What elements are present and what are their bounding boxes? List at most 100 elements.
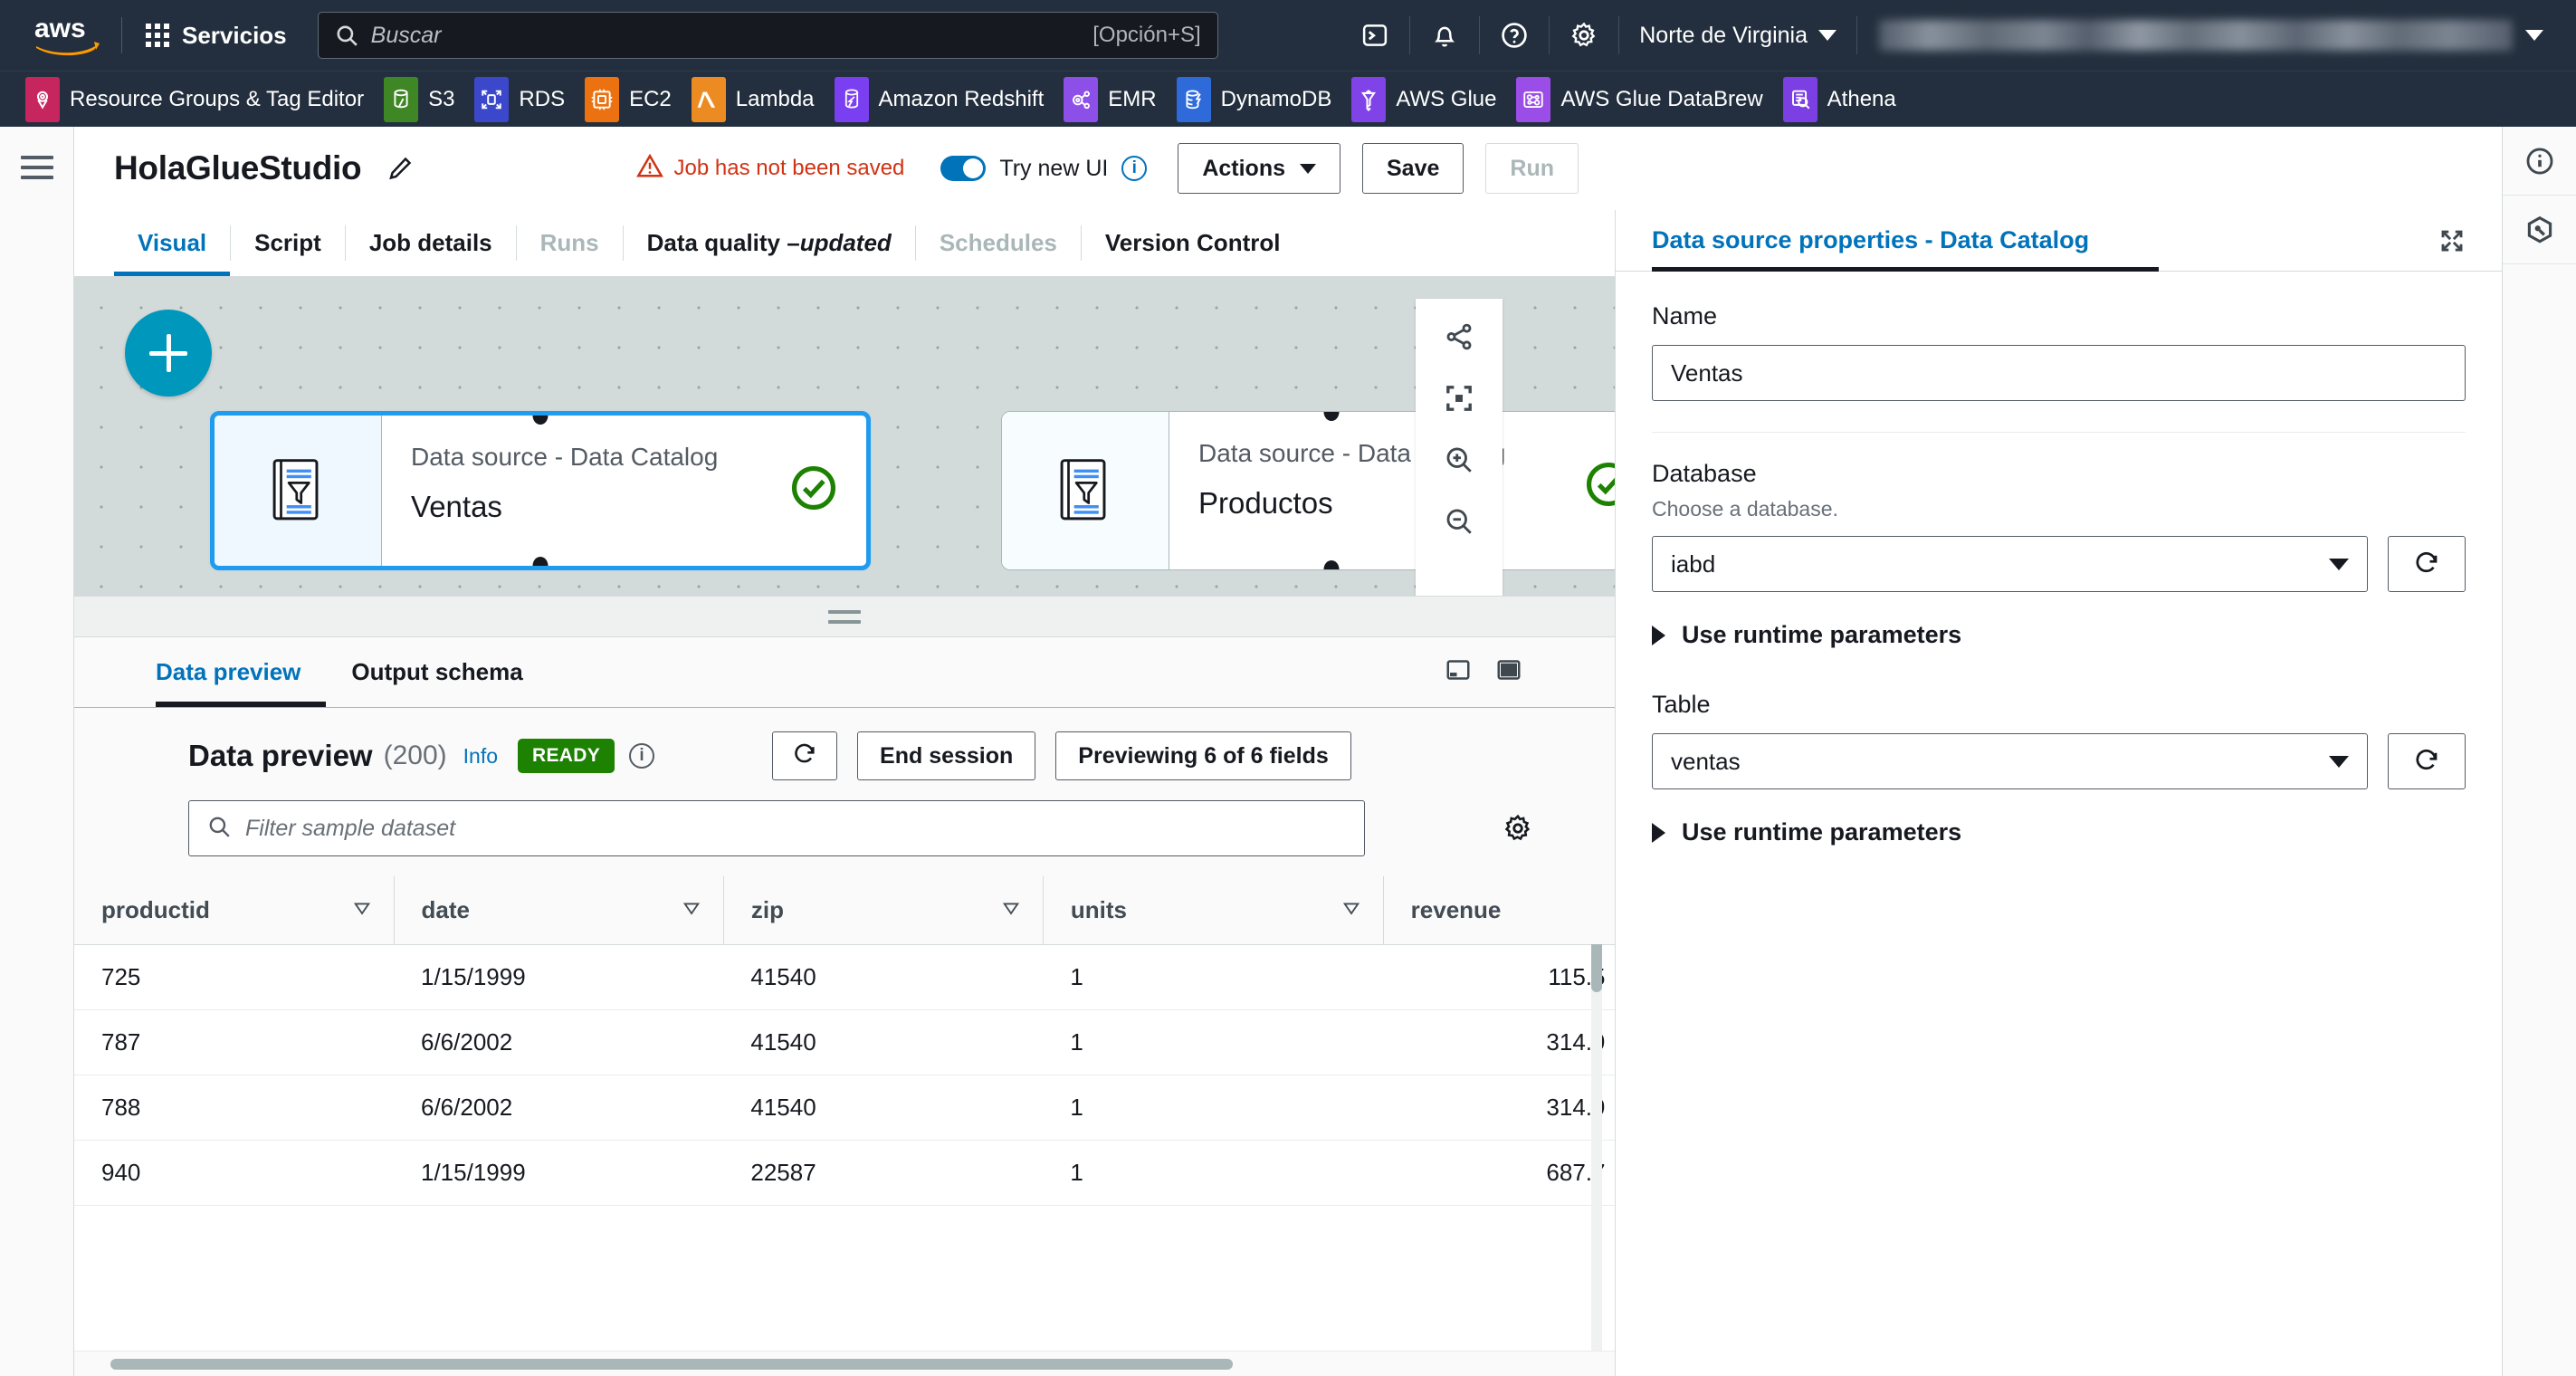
refresh-button[interactable] [772,731,838,780]
sort-descending-icon[interactable] [352,896,372,924]
aws-logo[interactable]: aws [29,12,107,59]
cell-zip: 41540 [723,944,1044,1010]
service-shortcut-lambda[interactable]: Lambda [686,72,829,128]
minimize-panel-icon[interactable] [1445,656,1472,688]
tab-data-quality[interactable]: Data quality – updated [624,210,915,276]
maximize-panel-icon[interactable] [1495,656,1522,688]
search-input[interactable] [370,22,1093,49]
service-shortcut-glue-databrew[interactable]: AWS Glue DataBrew [1511,72,1777,128]
service-shortcut-resource-groups[interactable]: Resource Groups & Tag Editor [20,72,378,128]
column-header-revenue[interactable]: revenue [1383,876,1615,945]
gear-icon[interactable] [1503,813,1533,844]
share-nodes-icon[interactable] [1416,306,1503,368]
actions-button[interactable]: Actions [1178,143,1340,194]
cell-zip: 22587 [723,1140,1044,1206]
horizontal-scrollbar-thumb[interactable] [110,1358,1233,1370]
table-refresh-button[interactable] [2388,733,2466,789]
table-runtime-parameters-expander[interactable]: Use runtime parameters [1652,818,2466,846]
expand-icon[interactable] [2438,227,2466,254]
service-label: EMR [1108,86,1157,111]
hamburger-menu-icon[interactable] [20,156,53,179]
horizontal-scrollbar[interactable] [74,1351,1615,1376]
previewing-fields-button[interactable]: Previewing 6 of 6 fields [1055,731,1351,780]
panel-splitter[interactable] [74,596,1615,637]
column-header-date[interactable]: date [394,876,724,945]
ec2-icon [585,76,620,122]
zoom-out-icon[interactable] [1416,491,1503,552]
tab-label: Data preview [156,658,301,685]
table-row[interactable]: 788 6/6/2002 41540 1 314.9 [74,1075,1615,1141]
divider [1652,432,2466,433]
global-search-box[interactable]: [Opción+S] [317,12,1218,59]
service-shortcut-rds[interactable]: RDS [469,72,579,128]
visual-canvas[interactable]: Data source - Data Catalog Ventas Data s… [74,277,1615,596]
info-circle-icon[interactable] [2502,127,2576,196]
service-shortcut-s3[interactable]: S3 [378,72,469,128]
filter-input[interactable] [245,815,1346,842]
region-selector[interactable]: Norte de Virginia [1619,0,1856,71]
database-runtime-parameters-expander[interactable]: Use runtime parameters [1652,621,2466,649]
table-row[interactable]: 725 1/15/1999 41540 1 115.5 [74,944,1615,1010]
tab-data-preview[interactable]: Data preview [156,637,326,707]
column-header-units[interactable]: units [1043,876,1384,945]
glue-icon [1351,76,1387,122]
service-shortcut-emr[interactable]: EMR [1058,72,1170,128]
canvas-node-productos[interactable]: Data source - Data Catalog Productos [1001,411,1615,570]
info-icon[interactable]: i [1121,156,1148,181]
rds-icon [474,76,510,122]
cloudshell-icon[interactable] [1340,0,1409,71]
tab-output-schema[interactable]: Output schema [326,637,548,707]
hexagon-key-icon[interactable] [2502,196,2576,264]
tab-schedules[interactable]: Schedules [916,210,1081,276]
tab-runs[interactable]: Runs [517,210,623,276]
end-session-button[interactable]: End session [857,731,1036,780]
try-new-ui-control[interactable]: Try new UI i [940,156,1148,182]
account-menu[interactable] [1857,0,2560,71]
column-header-productid[interactable]: productid [74,876,395,945]
service-shortcut-aws-glue[interactable]: AWS Glue [1346,72,1511,128]
name-input[interactable]: Ventas [1652,345,2466,401]
database-refresh-button[interactable] [2388,536,2466,592]
table-row[interactable]: 787 6/6/2002 41540 1 314.9 [74,1009,1615,1075]
help-icon[interactable] [1480,0,1549,71]
resource-groups-icon [25,76,60,122]
trash-icon[interactable] [1416,588,1503,596]
tab-script[interactable]: Script [231,210,345,276]
sort-descending-icon[interactable] [682,896,701,924]
info-icon[interactable]: i [629,743,655,769]
column-header-zip[interactable]: zip [723,876,1044,945]
tab-visual[interactable]: Visual [114,210,230,276]
pencil-icon[interactable] [386,155,414,182]
bottom-panel: Data preview Output schema Data preview … [74,637,1615,1376]
run-label: Run [1510,155,1554,181]
save-button[interactable]: Save [1362,143,1465,194]
data-preview-table-wrap[interactable]: productid date zip units revenue 725 1/1… [74,876,1615,1351]
services-menu-button[interactable]: Servicios [137,14,296,57]
service-shortcut-ec2[interactable]: EC2 [579,72,686,128]
add-node-button[interactable] [125,310,212,397]
tab-job-details[interactable]: Job details [346,210,516,276]
databrew-icon [1516,76,1551,122]
table-select[interactable]: ventas [1652,733,2368,789]
cell-date: 6/6/2002 [394,1075,724,1141]
redshift-icon [834,76,869,122]
try-new-ui-toggle[interactable] [940,156,987,181]
expander-label: Use runtime parameters [1682,818,1962,846]
service-shortcut-dynamodb[interactable]: DynamoDB [1171,72,1347,128]
service-shortcut-athena[interactable]: Athena [1778,72,1911,128]
filter-sample-dataset-input[interactable] [188,800,1365,856]
sort-descending-icon[interactable] [1341,896,1361,924]
zoom-in-icon[interactable] [1416,429,1503,491]
canvas-node-ventas[interactable]: Data source - Data Catalog Ventas [210,411,871,570]
cell-zip: 41540 [723,1009,1044,1075]
table-row[interactable]: 940 1/15/1999 22587 1 687.7 [74,1140,1615,1206]
tab-version-control[interactable]: Version Control [1082,210,1304,276]
bell-icon[interactable] [1410,0,1479,71]
data-preview-actions: End session Previewing 6 of 6 fields [772,731,1351,780]
info-link[interactable]: Info [463,744,498,769]
database-select[interactable]: iabd [1652,536,2368,592]
gear-icon[interactable] [1550,0,1618,71]
sort-descending-icon[interactable] [1001,896,1021,924]
fit-screen-icon[interactable] [1416,368,1503,429]
service-shortcut-redshift[interactable]: Amazon Redshift [829,72,1059,128]
